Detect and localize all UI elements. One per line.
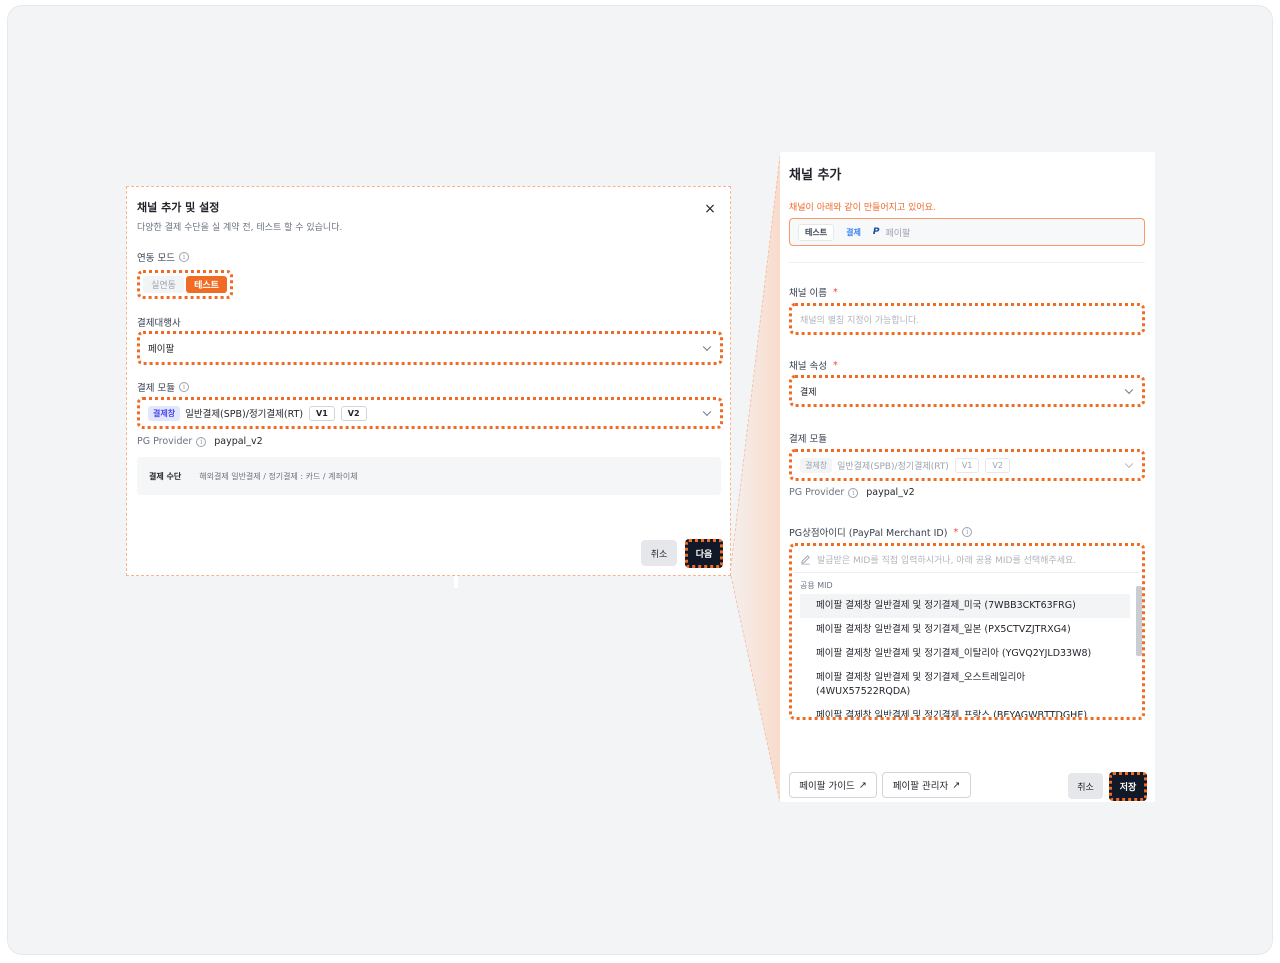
mid-group-label: 공용 MID bbox=[800, 581, 833, 590]
canvas: 채널 추가 및 설정 다양한 결제 수단을 실 계약 전, 테스트 할 수 있습… bbox=[8, 6, 1272, 954]
paypal-guide-label: 페이팔 가이드 bbox=[799, 781, 855, 792]
pg-provider-value: paypal_v2 bbox=[214, 436, 263, 447]
modal-subtitle: 다양한 결제 수단을 실 계약 전, 테스트 할 수 있습니다. bbox=[137, 223, 343, 233]
save-button[interactable]: 저장 bbox=[1109, 772, 1147, 801]
mid-option[interactable]: 페이팔 결제창 일반결제 및 정기결제_미국 (7WBB3CKT63FRG) bbox=[800, 594, 1130, 618]
divider bbox=[789, 262, 1145, 263]
chevron-down-icon bbox=[1124, 385, 1134, 395]
cancel-button[interactable]: 취소 bbox=[641, 540, 677, 566]
right-version-tag-v2: V2 bbox=[985, 457, 1010, 473]
scrollbar[interactable] bbox=[1136, 586, 1142, 656]
pg-provider-label: PG Provider bbox=[137, 436, 193, 447]
pg-label: 결제대행사 bbox=[137, 318, 181, 329]
channel-name-input[interactable]: 채널의 별칭 지정이 가능합니다. bbox=[789, 303, 1145, 335]
paypal-admin-button[interactable]: 페이팔 관리자 ↗ bbox=[882, 772, 971, 798]
channel-attr-value: 결제 bbox=[800, 387, 817, 398]
external-link-icon: ↗ bbox=[952, 779, 961, 791]
paypal-admin-label: 페이팔 관리자 bbox=[892, 781, 949, 792]
channel-attr-label: 채널 속성 * bbox=[789, 358, 838, 373]
mode-option-live[interactable]: 실연동 bbox=[143, 276, 184, 293]
mode-option-test[interactable]: 테스트 bbox=[186, 276, 227, 293]
close-icon[interactable]: × bbox=[703, 202, 717, 216]
payment-method-box: 결제 수단 해외결제 일반결제 / 정기결제 : 카드 / 계좌이체 bbox=[137, 457, 721, 495]
module-label-text: 결제 모듈 bbox=[137, 383, 175, 394]
mid-label: PG상점아이디 (PayPal Merchant ID) * i bbox=[789, 525, 973, 539]
required-mark: * bbox=[832, 286, 838, 298]
module-select[interactable]: 결제창 일반결제(SPB)/정기결제(RT) V1 V2 bbox=[137, 397, 723, 429]
mode-label-text: 연동 모드 bbox=[137, 253, 175, 264]
right-module-value: 일반결제(SPB)/정기결제(RT) bbox=[837, 461, 949, 472]
pg-select-value: 페이팔 bbox=[148, 344, 175, 355]
payment-method-value: 해외결제 일반결제 / 정기결제 : 카드 / 계좌이체 bbox=[199, 471, 358, 481]
panel-notice: 채널이 아래와 같이 만들어지고 있어요. bbox=[789, 203, 936, 213]
mid-option[interactable]: 페이팔 결제창 일반결제 및 정기결제_이탈리아 (YGVQ2YJLD33W8) bbox=[800, 642, 1130, 666]
version-tag-v1: V1 bbox=[309, 405, 335, 421]
channel-name-label-text: 채널 이름 bbox=[789, 288, 827, 299]
pg-select[interactable]: 페이팔 bbox=[137, 331, 723, 365]
mode-toggle: 실연동 테스트 bbox=[137, 270, 233, 299]
module-tag: 결제창 bbox=[148, 405, 181, 421]
chevron-down-icon bbox=[1124, 459, 1134, 469]
mid-combobox: 발급받은 MID를 직접 입력하시거나, 아래 공용 MID를 선택해주세요. … bbox=[789, 543, 1145, 720]
channel-name-placeholder: 채널의 별칭 지정이 가능합니다. bbox=[800, 315, 920, 326]
right-pg-provider-label: PG Provider bbox=[789, 487, 845, 498]
channel-attr-select[interactable]: 결제 bbox=[789, 375, 1145, 407]
info-icon[interactable]: i bbox=[196, 436, 207, 447]
mid-option[interactable]: 페이팔 결제창 일반결제 및 정기결제_오스트레일리아 (4WUX57522RQ… bbox=[800, 666, 1100, 704]
required-mark: * bbox=[953, 526, 959, 538]
mid-placeholder: 발급받은 MID를 직접 입력하시거나, 아래 공용 MID를 선택해주세요. bbox=[817, 555, 1077, 566]
preview-paypal-name: 페이팔 bbox=[885, 228, 911, 239]
version-tag-v2: V2 bbox=[340, 405, 367, 421]
right-module-label: 결제 모듈 bbox=[789, 434, 827, 445]
divider bbox=[794, 572, 1140, 573]
info-icon[interactable]: i bbox=[178, 382, 189, 392]
chevron-down-icon bbox=[702, 407, 712, 417]
channel-name-label: 채널 이름 * bbox=[789, 285, 838, 300]
mid-option[interactable]: 페이팔 결제창 일반결제 및 정기결제_프랑스 (BEYAGWBTTDGHE) bbox=[800, 704, 1130, 717]
module-select-value: 일반결제(SPB)/정기결제(RT) bbox=[185, 409, 304, 420]
right-module-select: 결제창 일반결제(SPB)/정기결제(RT) V1 V2 bbox=[789, 449, 1145, 481]
preview-chip-test: 테스트 bbox=[798, 223, 835, 241]
pencil-icon bbox=[801, 554, 810, 564]
info-icon[interactable]: i bbox=[178, 252, 189, 262]
channel-attr-label-text: 채널 속성 bbox=[789, 361, 827, 372]
panel-title: 채널 추가 bbox=[789, 168, 842, 183]
next-button[interactable]: 다음 bbox=[685, 539, 723, 568]
module-label: 결제 모듈 i bbox=[137, 380, 189, 394]
channel-preview: 테스트 결제 P 페이팔 bbox=[789, 218, 1145, 246]
channel-setup-modal: 채널 추가 및 설정 다양한 결제 수단을 실 계약 전, 테스트 할 수 있습… bbox=[126, 186, 731, 576]
paypal-logo-icon: P bbox=[872, 227, 880, 237]
preview-chip-payment: 결제 bbox=[846, 227, 861, 237]
info-icon[interactable]: i bbox=[848, 487, 859, 498]
pg-provider-row: PG Provider i paypal_v2 bbox=[137, 436, 263, 447]
cancel-button[interactable]: 취소 bbox=[1068, 773, 1103, 799]
mode-label: 연동 모드 i bbox=[137, 250, 189, 264]
required-mark: * bbox=[832, 359, 838, 371]
mid-input[interactable]: 발급받은 MID를 직접 입력하시거나, 아래 공용 MID를 선택해주세요. bbox=[800, 552, 1136, 566]
payment-method-key: 결제 수단 bbox=[149, 471, 182, 481]
mid-option[interactable]: 페이팔 결제창 일반결제 및 정기결제_일본 (PX5CTVZJTRXG4) bbox=[800, 618, 1130, 642]
right-pg-provider-row: PG Provider i paypal_v2 bbox=[789, 487, 915, 498]
modal-title: 채널 추가 및 설정 bbox=[137, 201, 220, 214]
paypal-guide-button[interactable]: 페이팔 가이드 ↗ bbox=[789, 772, 877, 798]
right-pg-provider-value: paypal_v2 bbox=[866, 487, 915, 498]
external-link-icon: ↗ bbox=[858, 779, 867, 791]
info-icon[interactable]: i bbox=[962, 527, 973, 537]
channel-add-panel: 채널 추가 채널이 아래와 같이 만들어지고 있어요. 테스트 결제 P 페이팔… bbox=[780, 152, 1155, 802]
right-version-tag-v1: V1 bbox=[954, 457, 980, 473]
right-module-tag: 결제창 bbox=[800, 457, 833, 473]
chevron-down-icon bbox=[702, 342, 712, 352]
mid-label-text: PG상점아이디 (PayPal Merchant ID) bbox=[789, 528, 948, 539]
